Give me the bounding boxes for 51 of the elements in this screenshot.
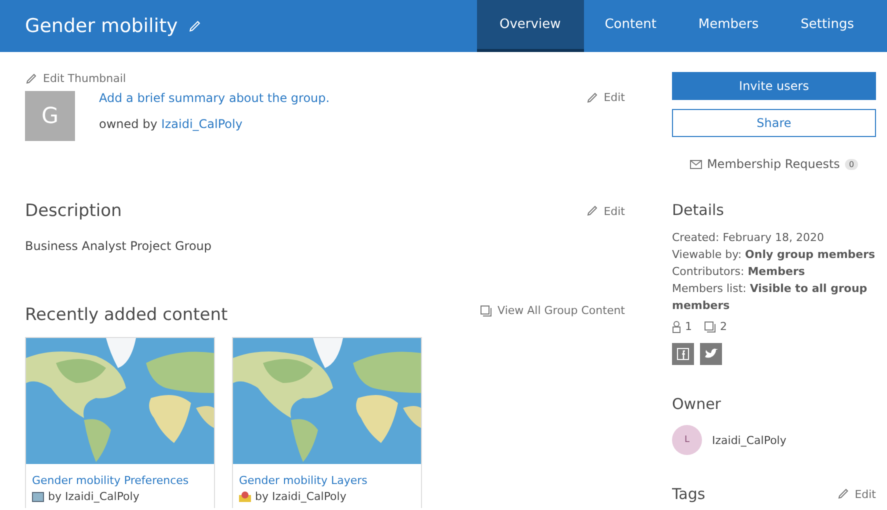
detail-line: Viewable by: Only group members xyxy=(672,247,876,263)
content-title-link[interactable]: Gender mobility Preferences xyxy=(32,474,208,487)
nav-tab[interactable]: Overview xyxy=(476,0,584,52)
detail-line: Created: February 18, 2020 xyxy=(672,230,825,246)
description-text: Business Analyst Project Group xyxy=(25,239,212,253)
summary-link[interactable]: Add a brief summary about the group. xyxy=(99,91,330,105)
nav-tab[interactable]: Content xyxy=(584,0,678,52)
group-thumbnail: G xyxy=(25,91,75,141)
bird-share-icon[interactable] xyxy=(700,343,722,365)
owned-by-label: owned by xyxy=(99,117,158,131)
tags-heading: Tags xyxy=(672,485,706,503)
map-icon xyxy=(32,492,44,502)
edit-description-link[interactable]: Edit xyxy=(586,204,625,218)
pencil-icon xyxy=(586,205,598,217)
member-count: 1 xyxy=(685,319,692,335)
edit-summary-link[interactable]: Edit xyxy=(586,91,625,104)
content-card[interactable]: Gender mobility Layers by Izaidi_CalPoly xyxy=(232,337,422,508)
description-heading: Description xyxy=(25,201,122,221)
pencil-icon xyxy=(836,488,849,500)
requests-count: 0 xyxy=(844,158,858,170)
owner-heading: Owner xyxy=(672,395,722,413)
owner-link[interactable]: Izaidi_CalPoly xyxy=(161,117,242,131)
content-icon xyxy=(704,320,716,332)
envelope-icon xyxy=(690,160,702,168)
edit-thumbnail-link[interactable]: Edit Thumbnail xyxy=(25,72,625,85)
content-icon xyxy=(480,304,492,316)
content-card[interactable]: Gender mobility Preferences by Izaidi_CalPoly xyxy=(25,337,215,508)
content-owner: by Izaidi_CalPoly xyxy=(255,490,346,503)
view-all-content-link[interactable]: View All Group Content xyxy=(480,304,625,317)
membership-requests-link[interactable]: Membership Requests xyxy=(706,157,840,171)
content-count: 2 xyxy=(720,319,727,335)
content-title-link[interactable]: Gender mobility Layers xyxy=(239,474,415,487)
content-owner: by Izaidi_CalPoly xyxy=(48,490,140,503)
pencil-icon xyxy=(188,20,201,32)
share-button[interactable]: Share xyxy=(672,109,876,137)
pin-icon xyxy=(239,491,251,502)
detail-line: Members list: Visible to all group members xyxy=(672,281,868,314)
group-title: Gender mobility xyxy=(25,15,178,37)
pencil-icon xyxy=(586,92,598,104)
owner-name: Izaidi_CalPoly xyxy=(712,434,786,446)
nav-tab[interactable]: Settings xyxy=(780,0,875,52)
person-icon xyxy=(672,320,681,332)
pencil-icon xyxy=(25,72,37,84)
nav-tab[interactable]: Members xyxy=(677,0,780,52)
facebook-share-icon[interactable] xyxy=(672,343,694,365)
edit-tags-link[interactable]: Edit xyxy=(836,488,876,500)
detail-line: Contributors: Members xyxy=(672,264,806,280)
invite-users-button[interactable]: Invite users xyxy=(672,72,876,100)
recent-content-heading: Recently added content xyxy=(25,305,228,325)
details-heading: Details xyxy=(672,201,726,219)
owner-avatar: L xyxy=(672,425,702,455)
